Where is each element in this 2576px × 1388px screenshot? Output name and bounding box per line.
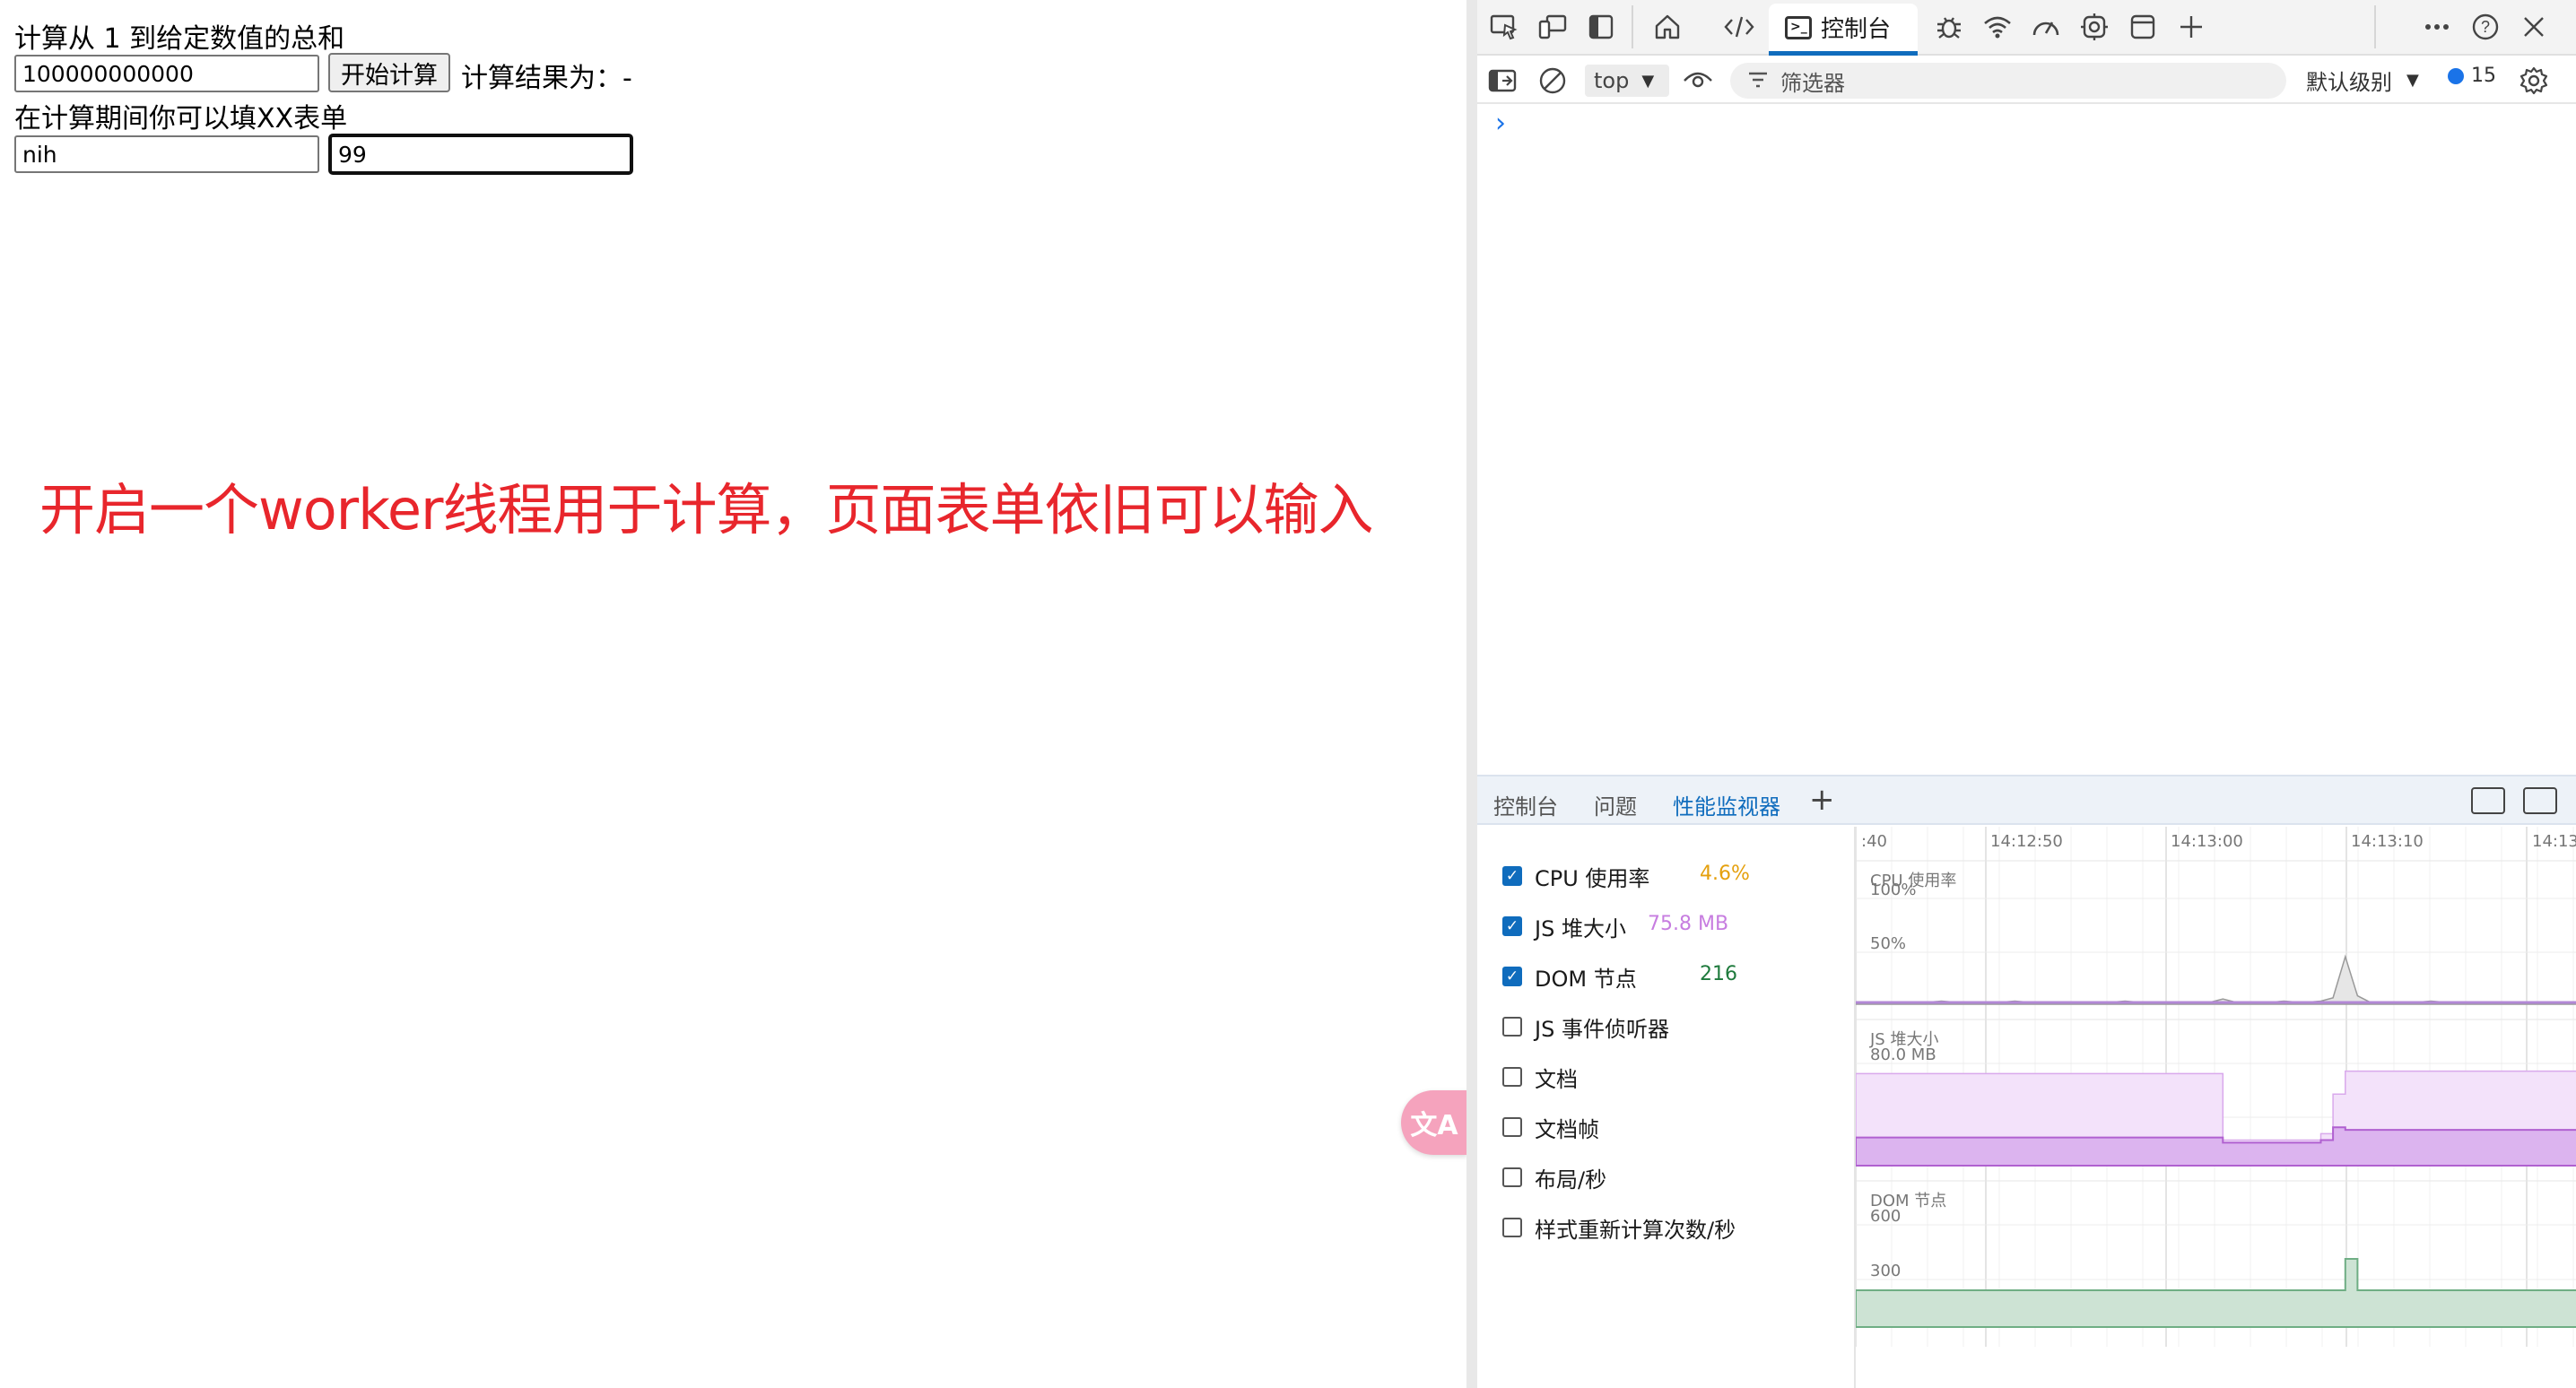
metric-layouts[interactable]: 布局/秒 — [1502, 1162, 1606, 1193]
help-icon[interactable]: ? — [2466, 7, 2505, 47]
checkbox-unchecked-icon[interactable] — [1502, 1017, 1522, 1037]
performance-charts: :40 14:12:50 14:13:00 14:13:10 14:13 CPU 使用率 1… — [1854, 827, 2576, 1388]
chevron-down-icon: ▼ — [1641, 71, 1655, 91]
metric-js-heap[interactable]: ✓ JS 堆大小 — [1502, 911, 1626, 941]
sources-bug-icon[interactable] — [1929, 7, 1969, 47]
value-tick-label: 600 — [1870, 1207, 1901, 1226]
time-tick-label: 14:13 — [2532, 832, 2576, 851]
chevron-down-icon: ▼ — [2406, 71, 2419, 90]
network-wifi-icon[interactable] — [1978, 7, 2017, 47]
settings-gear-icon[interactable] — [2075, 7, 2114, 47]
time-tick-label: :40 — [1861, 832, 1887, 851]
metric-cpu[interactable]: ✓ CPU 使用率 — [1502, 861, 1649, 891]
time-tick-label: 14:13:00 — [2171, 832, 2243, 851]
form-input-2[interactable] — [328, 134, 633, 175]
dock-drawer-icon[interactable] — [2471, 787, 2505, 814]
translate-icon[interactable]: 文A — [1401, 1090, 1467, 1155]
dock-side-icon[interactable] — [1581, 7, 1621, 47]
page-heading: 计算从 1 到给定数值的总和 — [14, 23, 345, 55]
filter-icon — [1748, 68, 1768, 93]
tab-console[interactable]: >_ 控制台 — [1769, 4, 1918, 56]
performance-chart-svg: :40 14:12:50 14:13:00 14:13:10 14:13CPU 使用率1… — [1856, 827, 2576, 1347]
start-calculation-button[interactable]: 开始计算 — [328, 53, 450, 92]
drawer-tab-performance-monitor[interactable]: 性能监视器 — [1673, 789, 1780, 820]
issues-count: 15 — [2471, 65, 2496, 87]
console-toolbar: top ▼ 筛选器 默认级别 ▼ 15 — [1477, 57, 2576, 104]
metric-label: 样式重新计算次数/秒 — [1535, 1217, 1736, 1243]
checkbox-unchecked-icon[interactable] — [1502, 1167, 1522, 1187]
filter-input[interactable]: 筛选器 — [1730, 63, 2286, 99]
metric-label: 文档帧 — [1535, 1116, 1599, 1142]
sidebar-toggle-icon[interactable] — [1484, 63, 1520, 99]
filter-placeholder: 筛选器 — [1780, 70, 1845, 96]
console-output[interactable]: › — [1477, 106, 2576, 775]
devtools-panel: >_ 控制台 ? top ▼ 筛选器 默认级别 ▼ 15 › 控制台 问题 性能… — [1477, 0, 2576, 1388]
live-expression-eye-icon[interactable] — [1680, 63, 1716, 99]
log-level-selector[interactable]: 默认级别 ▼ — [2306, 65, 2419, 96]
metric-frames[interactable]: 文档帧 — [1502, 1112, 1599, 1142]
panel-divider[interactable] — [1466, 0, 1477, 1388]
checkbox-unchecked-icon[interactable] — [1502, 1218, 1522, 1237]
value-tick-label: 50% — [1870, 934, 1906, 953]
home-icon[interactable] — [1648, 7, 1687, 47]
metric-label: 文档 — [1535, 1066, 1578, 1092]
console-settings-gear-icon[interactable] — [2516, 63, 2552, 99]
annotation-text: 开启一个worker线程用于计算，页面表单依旧可以输入 — [39, 477, 1373, 542]
close-icon[interactable] — [2514, 7, 2554, 47]
time-tick-label: 14:12:50 — [1990, 832, 2063, 851]
svg-text:?: ? — [2481, 18, 2490, 36]
metric-documents[interactable]: 文档 — [1502, 1062, 1578, 1092]
number-input[interactable] — [14, 55, 319, 92]
add-tool-icon[interactable] — [2171, 7, 2211, 47]
checkbox-unchecked-icon[interactable] — [1502, 1067, 1522, 1087]
log-level-value: 默认级别 — [2306, 70, 2392, 95]
checkbox-checked-icon[interactable]: ✓ — [1502, 967, 1522, 986]
metric-dom-nodes-value: 216 — [1700, 963, 1737, 985]
metric-label: JS 事件侦听器 — [1535, 1016, 1669, 1042]
web-page: 计算从 1 到给定数值的总和 开始计算 计算结果为：- 在计算期间你可以填XX表… — [0, 0, 1467, 1388]
metric-js-listeners[interactable]: JS 事件侦听器 — [1502, 1011, 1669, 1042]
add-drawer-tab-icon[interactable]: + — [1809, 782, 1835, 818]
value-tick-label: 100% — [1870, 881, 1916, 899]
metric-label: DOM 节点 — [1535, 966, 1637, 992]
time-tick-label: 14:13:10 — [2351, 832, 2424, 851]
collapse-drawer-icon[interactable] — [2523, 787, 2557, 814]
checkbox-checked-icon[interactable]: ✓ — [1502, 916, 1522, 936]
console-icon: >_ — [1785, 15, 1812, 39]
devtools-toolbar: >_ 控制台 ? — [1477, 0, 2576, 56]
issues-counter[interactable]: 15 — [2448, 65, 2496, 87]
elements-icon[interactable] — [1719, 7, 1759, 47]
form-input-1[interactable] — [14, 135, 319, 173]
console-prompt[interactable]: › — [1495, 108, 1506, 139]
device-emulation-icon[interactable] — [1533, 7, 1572, 47]
application-window-icon[interactable] — [2123, 7, 2163, 47]
drawer-tab-issues[interactable]: 问题 — [1594, 789, 1637, 820]
tab-console-label: 控制台 — [1821, 16, 1892, 43]
context-selector[interactable]: top ▼ — [1585, 65, 1669, 97]
more-menu-icon[interactable] — [2417, 7, 2457, 47]
performance-gauge-icon[interactable] — [2026, 7, 2066, 47]
value-tick-label: 80.0 MB — [1870, 1045, 1936, 1064]
metrics-list: ✓ CPU 使用率 4.6% ✓ JS 堆大小 75.8 MB ✓ DOM 节点… — [1477, 827, 1854, 1388]
metric-label: CPU 使用率 — [1535, 865, 1650, 891]
metric-label: JS 堆大小 — [1535, 915, 1626, 941]
context-value: top — [1594, 68, 1630, 93]
inspect-icon[interactable] — [1484, 7, 1524, 47]
issues-icon — [2448, 67, 2464, 84]
checkbox-checked-icon[interactable]: ✓ — [1502, 866, 1522, 886]
metric-js-heap-value: 75.8 MB — [1648, 913, 1729, 935]
metric-cpu-value: 4.6% — [1700, 863, 1750, 885]
result-text: 计算结果为：- — [461, 63, 632, 94]
form-hint: 在计算期间你可以填XX表单 — [14, 103, 348, 134]
metric-label: 布局/秒 — [1535, 1167, 1607, 1193]
drawer-tab-console[interactable]: 控制台 — [1493, 789, 1558, 820]
value-tick-label: 300 — [1870, 1262, 1901, 1280]
checkbox-unchecked-icon[interactable] — [1502, 1117, 1522, 1137]
clear-console-icon[interactable] — [1535, 63, 1571, 99]
drawer-tab-bar: 控制台 问题 性能监视器 + — [1477, 775, 2576, 825]
metric-style-recalcs[interactable]: 样式重新计算次数/秒 — [1502, 1212, 1736, 1243]
metric-dom-nodes[interactable]: ✓ DOM 节点 — [1502, 961, 1637, 992]
